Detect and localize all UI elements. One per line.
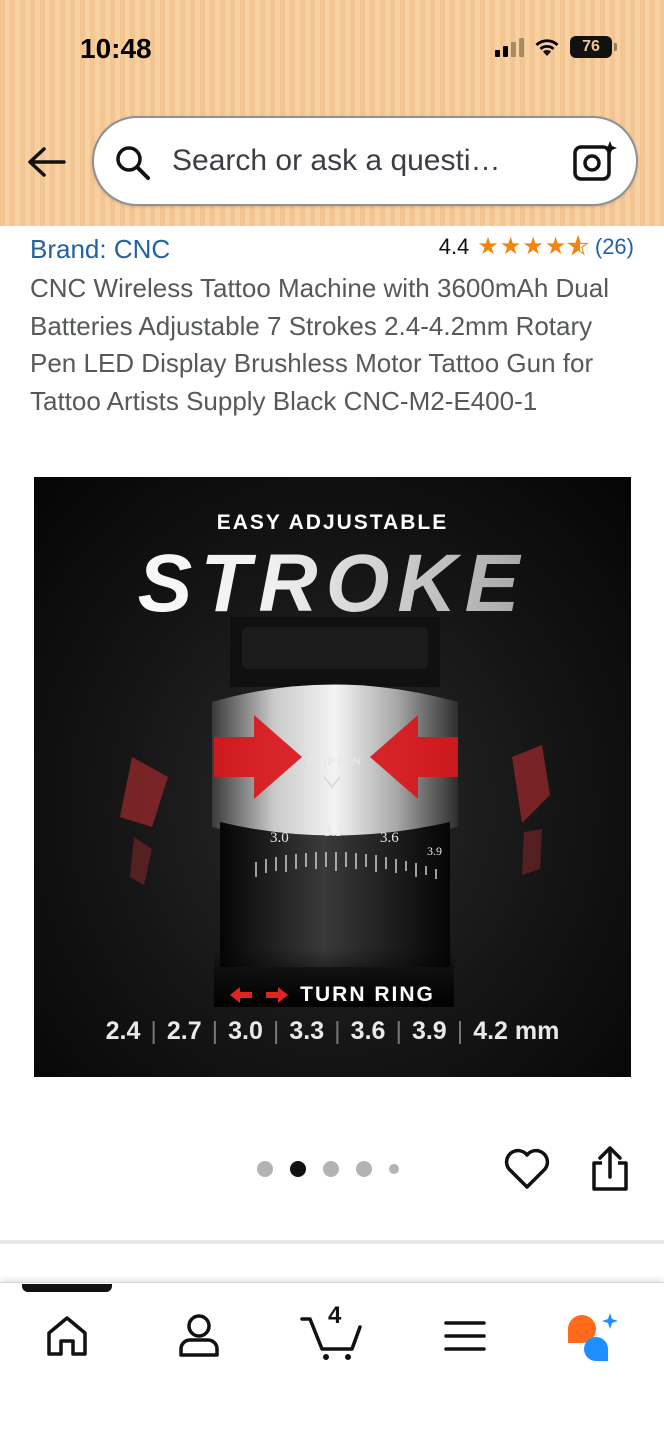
status-icons: 76 xyxy=(495,36,617,58)
star-icon: ★ xyxy=(499,233,522,260)
search-icon xyxy=(116,146,150,180)
star-icon: ★ xyxy=(477,233,499,260)
rating-value: 4.4 xyxy=(438,234,470,259)
search-input[interactable]: Search or ask a questi… xyxy=(92,116,638,206)
search-placeholder: Search or ask a questi… xyxy=(172,144,501,177)
battery-indicator: 76 xyxy=(570,36,617,58)
pen-label: FLIP PEN xyxy=(307,754,361,768)
carousel-dot[interactable] xyxy=(323,1161,339,1177)
half-star-icon: ★ xyxy=(567,233,589,260)
image-headline: STROKE xyxy=(34,537,631,631)
section-divider xyxy=(0,1240,664,1244)
image-subheading: EASY ADJUSTABLE xyxy=(216,511,449,534)
scale-value: 3.0 xyxy=(228,1017,263,1045)
camera-lens-icon[interactable] xyxy=(572,138,618,184)
dial-value: 3.6 xyxy=(380,830,399,846)
back-arrow-icon[interactable] xyxy=(24,140,68,184)
dial-value: 3.0 xyxy=(270,830,289,846)
product-title: CNC Wireless Tattoo Machine with 3600mAh… xyxy=(30,273,609,416)
scale-value: 4.2 mm xyxy=(473,1017,560,1045)
scale-value: 3.9 xyxy=(411,1017,447,1045)
cart-count-badge: 4 xyxy=(328,1302,342,1329)
scale-value: 2.4 xyxy=(105,1017,141,1045)
turn-ring-label: TURN RING xyxy=(300,983,435,1006)
dial-value: 3.3 xyxy=(324,824,343,840)
stroke-scale: 2.4 | 2.7 | 3.0 | 3.3 | 3.6 | 3.9 | 4.2 mm xyxy=(105,1017,560,1045)
star-icon: ★ xyxy=(522,233,544,260)
rating-summary[interactable]: 4.4 ★ ★ ★ ★ ★ (26) xyxy=(438,233,634,260)
wifi-icon xyxy=(535,39,559,56)
heart-icon[interactable] xyxy=(503,1145,551,1193)
menu-icon[interactable] xyxy=(440,1311,490,1361)
share-icon[interactable] xyxy=(588,1145,632,1193)
carousel-dot-active[interactable] xyxy=(290,1161,306,1177)
review-count-link[interactable]: (26) xyxy=(595,234,634,260)
carousel-dot[interactable] xyxy=(257,1161,273,1177)
home-icon[interactable] xyxy=(42,1311,92,1361)
carousel-dot[interactable] xyxy=(389,1164,399,1174)
account-icon[interactable] xyxy=(174,1311,224,1361)
status-time: 10:48 xyxy=(80,33,152,64)
scale-value: 3.6 xyxy=(350,1017,386,1045)
active-tab-indicator xyxy=(22,1284,112,1292)
product-image[interactable]: EASY ADJUSTABLE STROKE FLIP PEN 3.0 3.3 … xyxy=(34,477,631,1077)
carousel-dots xyxy=(257,1161,399,1177)
brand-link[interactable]: Brand: CNC xyxy=(30,234,170,265)
header: 10:48 76 Search or ask a questi… xyxy=(0,0,664,226)
dial-labels: 3.0 3.3 3.6 3.9 xyxy=(270,824,450,858)
double-arrow-icon xyxy=(230,987,289,1003)
rufus-assistant-icon[interactable] xyxy=(564,1311,624,1361)
dial-value: 3.9 xyxy=(427,844,442,858)
product-page: 10:48 76 Search or ask a questi… Brand: … xyxy=(0,0,664,1440)
scale-value: 2.7 xyxy=(166,1017,202,1045)
carousel-dot[interactable] xyxy=(356,1161,372,1177)
cellular-signal-icon xyxy=(495,37,524,57)
turn-ring-caption: TURN RING xyxy=(34,983,631,1007)
scale-value: 3.3 xyxy=(289,1017,325,1045)
star-icon: ★ xyxy=(544,233,567,260)
star-rating-icon: ★ ★ ★ ★ ★ xyxy=(477,233,589,260)
